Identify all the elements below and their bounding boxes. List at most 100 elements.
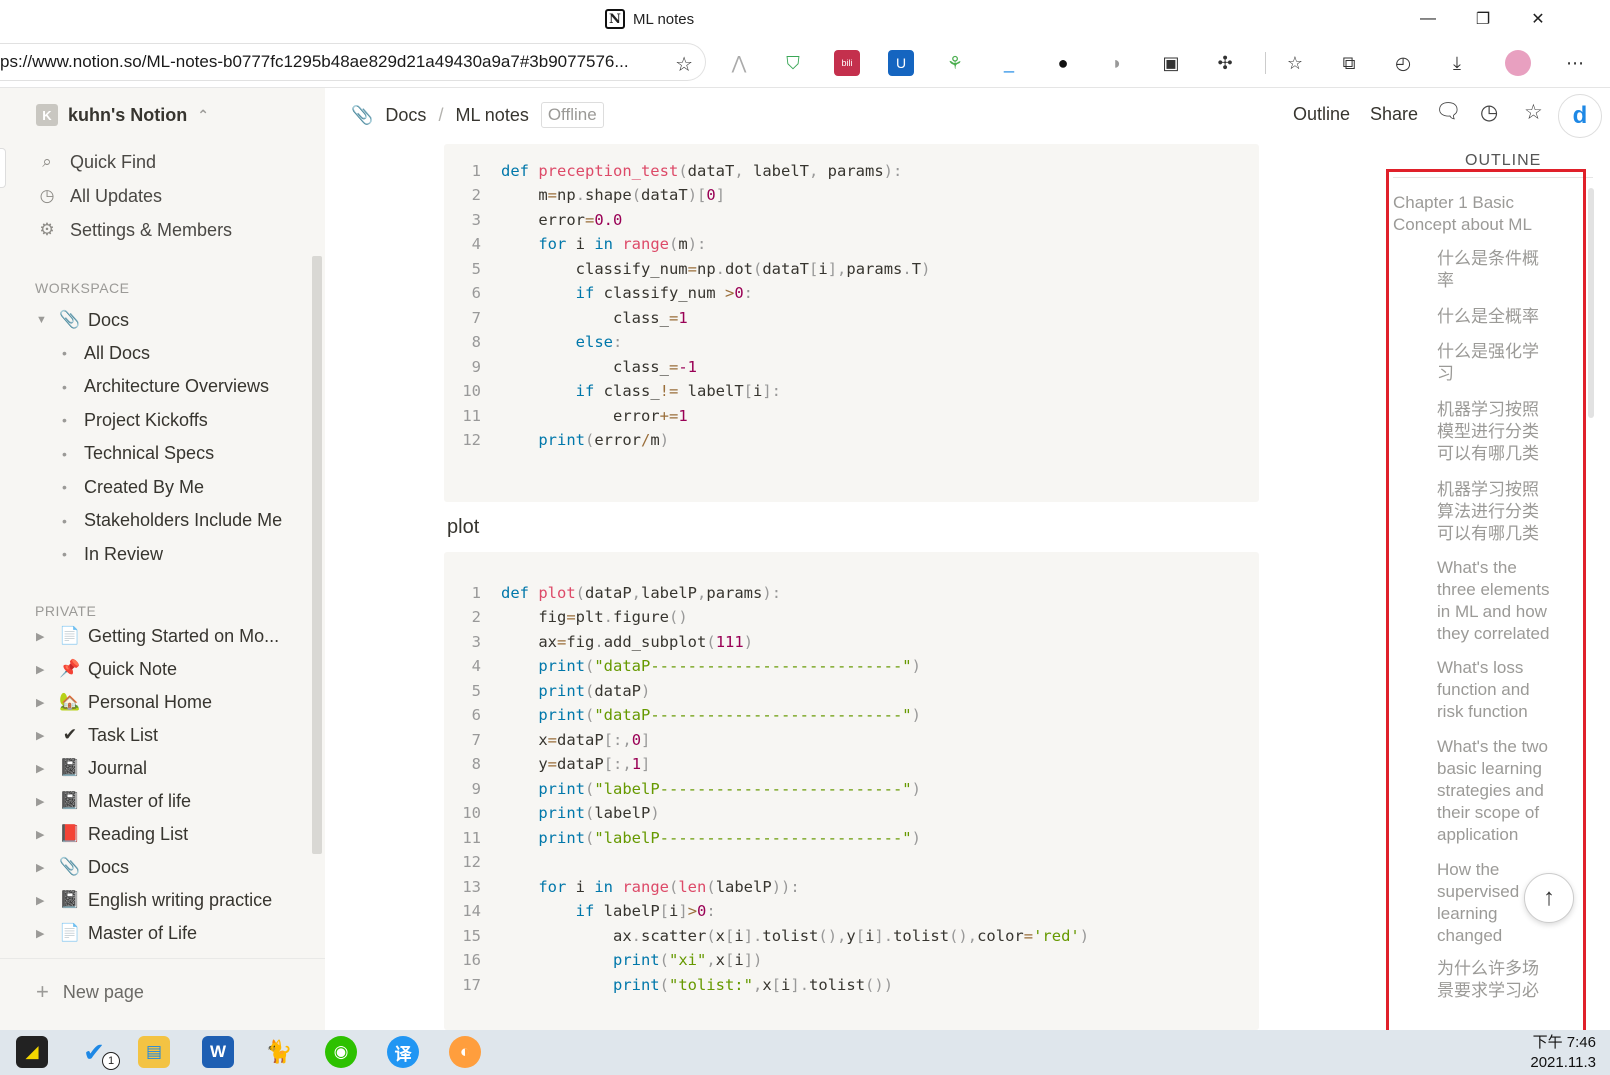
code-token: ,	[734, 161, 753, 180]
share-button[interactable]: Share	[1370, 104, 1418, 125]
sidebar-page-docs[interactable]: ▼ 📎 Docs	[36, 305, 129, 335]
caret-right-icon[interactable]: ▶	[36, 630, 56, 643]
outline-item[interactable]: 什么是强化学 习	[1437, 341, 1562, 385]
sidebar-private-page[interactable]: ▶ 📕 Reading List	[36, 819, 188, 849]
extension-a-icon[interactable]: ⋀	[726, 50, 752, 76]
underline-extension-icon[interactable]: _	[996, 50, 1022, 76]
more-menu-icon[interactable]: ⋯	[1562, 50, 1588, 76]
code-block-plot[interactable]: 1 def plot(dataP, labelP, params): 2 fig = plt…	[444, 552, 1259, 1030]
code-token: [	[725, 926, 735, 945]
line-number: 8	[471, 755, 481, 773]
puzzle-extensions-icon[interactable]: ✣	[1212, 50, 1238, 76]
caret-right-icon[interactable]: ▶	[36, 729, 56, 742]
code-token: "dataP---------------------------"	[594, 657, 912, 675]
url-text[interactable]: ps://www.notion.so/ML-notes-b0777fc1295b…	[0, 52, 650, 72]
sidebar-private-page[interactable]: ▶ 📌 Quick Note	[36, 654, 177, 684]
code-token: 0	[697, 902, 707, 920]
workspace-switcher[interactable]: K kuhn's Notion ⌃	[36, 104, 209, 126]
outline-item[interactable]: What's the two basic learning strategies…	[1437, 736, 1562, 846]
sidebar-item-quick-find[interactable]: ⌕ Quick Find	[36, 147, 156, 177]
caret-right-icon[interactable]: ▶	[36, 762, 56, 775]
page-label: Getting Started on Mo...	[88, 625, 280, 646]
address-bar[interactable]: ps://www.notion.so/ML-notes-b0777fc1295b…	[0, 43, 706, 81]
code-token: =	[687, 259, 697, 278]
audio-app-icon[interactable]: ◐	[449, 1036, 481, 1068]
caret-right-icon[interactable]: ▶	[36, 795, 56, 808]
shield-extension-icon[interactable]: ⛉	[780, 50, 806, 76]
sidebar-private-page[interactable]: ▶ 📎 Docs	[36, 852, 129, 882]
shield-gray-extension-icon[interactable]: ◗	[1104, 50, 1130, 76]
sticky-notes-app-icon[interactable]: ◢	[16, 1036, 48, 1068]
code-token: (	[669, 877, 679, 896]
maximize-button[interactable]: ❐	[1460, 6, 1506, 32]
outline-button[interactable]: Outline	[1293, 104, 1350, 125]
translate-app-icon[interactable]: 译	[387, 1036, 419, 1068]
outline-item[interactable]: 为什么许多场 景要求学习必	[1437, 958, 1562, 1002]
outline-item[interactable]: 机器学习按照 模型进行分类 可以有哪几类	[1437, 399, 1562, 465]
caret-right-icon[interactable]: ▶	[36, 663, 56, 676]
code-block-perceptron[interactable]: 1 def preception_test(dataT, labelT, para…	[444, 144, 1259, 502]
sidebar-private-page[interactable]: ▶ 📄 Master of Life	[36, 918, 197, 948]
code-token: (	[585, 681, 595, 700]
caret-right-icon[interactable]: ▶	[36, 696, 56, 709]
u-extension-icon[interactable]: U	[888, 50, 914, 76]
caret-right-icon[interactable]: ▶	[36, 828, 56, 841]
comments-icon[interactable]: 🗨	[1435, 100, 1462, 124]
history-icon[interactable]: ◴	[1390, 50, 1416, 76]
sprout-extension-icon[interactable]: ⚘	[942, 50, 968, 76]
profile-avatar[interactable]	[1505, 50, 1531, 76]
sidebar-private-page[interactable]: ▶ 📓 English writing practice	[36, 885, 272, 915]
cat-extension-icon[interactable]: ●	[1050, 50, 1076, 76]
sidebar-private-page[interactable]: ▶ ✔ Task List	[36, 720, 158, 750]
sidebar-doc-child[interactable]: • Technical Specs	[62, 439, 214, 469]
sidebar-doc-child[interactable]: • All Docs	[62, 338, 150, 368]
sidebar-private-page[interactable]: ▶ 📓 Journal	[36, 753, 147, 783]
bilibili-extension-icon[interactable]: bili	[834, 50, 860, 76]
d-extension-icon[interactable]: d	[1558, 94, 1602, 138]
outline-item[interactable]: 机器学习按照 算法进行分类 可以有哪几类	[1437, 479, 1562, 545]
updates-clock-icon[interactable]: ◷	[1480, 100, 1498, 125]
sidebar-private-page[interactable]: ▶ 📓 Master of life	[36, 786, 191, 816]
sidebar-collapse-handle[interactable]	[0, 148, 6, 188]
sidebar-doc-child[interactable]: • Stakeholders Include Me	[62, 506, 282, 536]
favorite-star-icon[interactable]: ☆	[1524, 100, 1543, 125]
add-favorite-icon[interactable]: ☆	[675, 52, 693, 77]
sidebar-private-page[interactable]: ▶ 📄 Getting Started on Mo...	[36, 621, 279, 651]
sidebar-private-page[interactable]: ▶ 🏡 Personal Home	[36, 687, 212, 717]
system-clock[interactable]: 下午 7:46 2021.11.3	[1530, 1033, 1596, 1073]
code-token: dataP	[557, 755, 604, 773]
sidebar-doc-child[interactable]: • In Review	[62, 539, 163, 569]
file-explorer-icon[interactable]: ▤	[138, 1036, 170, 1068]
info-extension-icon[interactable]: ▣	[1158, 50, 1184, 76]
caret-right-icon[interactable]: ▶	[36, 894, 56, 907]
outline-item[interactable]: Chapter 1 Basic Concept about ML	[1393, 192, 1553, 236]
new-page-button[interactable]: + New page	[36, 979, 144, 1005]
downloads-icon[interactable]: ⤓	[1444, 50, 1470, 76]
wechat-app-icon[interactable]: ◉	[325, 1036, 357, 1068]
outline-item[interactable]: What's the three elements in ML and how …	[1437, 557, 1562, 645]
sidebar-doc-child[interactable]: • Project Kickoffs	[62, 405, 208, 435]
collections-icon[interactable]: ⧉	[1336, 50, 1362, 76]
caret-right-icon[interactable]: ▶	[36, 927, 56, 940]
breadcrumb-ml-notes[interactable]: ML notes	[455, 105, 528, 126]
sidebar-scrollbar[interactable]	[312, 256, 322, 854]
sidebar-doc-child[interactable]: • Architecture Overviews	[62, 372, 269, 402]
caret-down-icon[interactable]: ▼	[36, 314, 56, 326]
favorites-icon[interactable]: ☆	[1282, 50, 1308, 76]
outline-item[interactable]: 什么是全概率	[1437, 306, 1562, 328]
close-button[interactable]: ✕	[1515, 6, 1561, 32]
sidebar-doc-child[interactable]: • Created By Me	[62, 472, 204, 502]
code-token: [:,	[603, 755, 632, 773]
minimize-button[interactable]: —	[1405, 6, 1451, 32]
outline-item[interactable]: What's loss function and risk function	[1437, 657, 1562, 723]
outline-scrollbar[interactable]	[1588, 188, 1594, 418]
sidebar-item-settings[interactable]: ⚙ Settings & Members	[36, 215, 232, 245]
scroll-to-top-button[interactable]: ↑	[1524, 873, 1574, 923]
sidebar-item-all-updates[interactable]: ◷ All Updates	[36, 181, 162, 211]
breadcrumb-docs[interactable]: Docs	[385, 105, 426, 126]
cat-app-icon[interactable]: 🐈	[263, 1036, 295, 1068]
code-token: i	[781, 975, 791, 994]
caret-right-icon[interactable]: ▶	[36, 861, 56, 874]
outline-item[interactable]: 什么是条件概 率	[1437, 248, 1562, 292]
word-app-icon[interactable]: W	[202, 1036, 234, 1068]
